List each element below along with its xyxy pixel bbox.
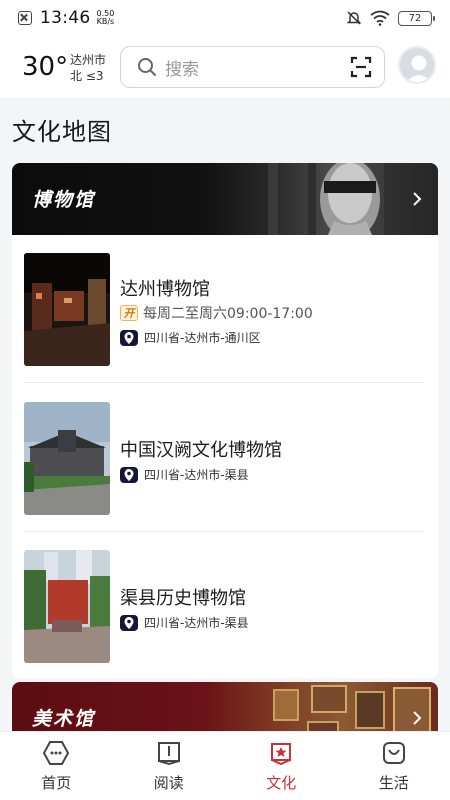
location-pin-icon	[120, 614, 138, 631]
location-pin-icon	[120, 329, 138, 346]
home-icon	[43, 741, 70, 765]
tab-culture[interactable]: 文化	[225, 732, 338, 800]
location-text: 四川省-达州市-渠县	[144, 616, 249, 630]
weather-temperature[interactable]: 30°	[22, 52, 68, 82]
museum-interior-image	[24, 253, 110, 366]
status-time: 13:46	[40, 8, 91, 28]
tab-culture-label: 文化	[266, 774, 297, 792]
tab-reading[interactable]: 阅读	[113, 732, 226, 800]
mute-icon	[346, 11, 362, 25]
avatar-icon	[406, 55, 432, 82]
weather-location[interactable]: 达州市 北 ≤3	[70, 52, 106, 84]
museum-section-title: 博物馆	[32, 189, 96, 211]
search-icon	[138, 58, 156, 76]
divider	[24, 382, 424, 383]
museum-list: 达州博物馆 开 每周二至周六09:00-17:00 四川省-达州市-通川区 中国…	[12, 235, 438, 678]
culture-icon	[271, 743, 292, 766]
user-avatar[interactable]	[398, 46, 436, 84]
location-text: 四川省-达州市-通川区	[144, 331, 261, 345]
museum-building-image	[24, 402, 110, 515]
museum-thumbnail	[24, 402, 110, 515]
museum-name: 达州博物馆	[120, 279, 210, 300]
weather-wind: 北 ≤3	[70, 69, 104, 83]
book-icon	[157, 742, 180, 766]
open-badge-icon: 开	[120, 305, 138, 321]
museum-section-header[interactable]: 博物馆	[12, 163, 438, 235]
tab-home[interactable]: 首页	[0, 732, 113, 800]
tab-reading-label: 阅读	[153, 774, 184, 792]
museum-location: 四川省-达州市-渠县	[120, 614, 249, 631]
wifi-icon	[370, 10, 390, 26]
chevron-right-icon	[413, 711, 422, 725]
museum-location: 四川省-达州市-通川区	[120, 329, 261, 346]
museum-name: 渠县历史博物馆	[120, 588, 246, 609]
museum-thumbnail	[24, 253, 110, 366]
tab-life[interactable]: 生活	[338, 732, 450, 800]
life-icon	[382, 742, 405, 764]
network-speed: 0.50 KB/s	[97, 10, 115, 26]
top-header: 30° 达州市 北 ≤3 搜索	[0, 36, 450, 98]
bottom-tab-bar: 首页 阅读 文化 生活	[0, 731, 450, 800]
museum-thumbnail	[24, 550, 110, 663]
tab-life-label: 生活	[378, 774, 409, 792]
divider	[24, 531, 424, 532]
search-bar[interactable]: 搜索	[120, 46, 385, 88]
notification-close-icon	[18, 11, 32, 25]
battery-indicator: 72	[398, 10, 435, 26]
location-pin-icon	[120, 466, 138, 483]
museum-gate-image	[24, 550, 110, 663]
list-item[interactable]: 中国汉阙文化博物馆 四川省-达州市-渠县	[24, 402, 424, 520]
art-gallery-section-title: 美术馆	[32, 708, 96, 730]
opening-hours: 开 每周二至周六09:00-17:00	[120, 303, 313, 323]
opening-hours-text: 每周二至周六09:00-17:00	[143, 306, 313, 322]
network-speed-unit: KB/s	[96, 17, 115, 26]
list-item[interactable]: 渠县历史博物馆 四川省-达州市-渠县	[24, 550, 424, 668]
page-title: 文化地图	[12, 118, 112, 146]
museum-location: 四川省-达州市-渠县	[120, 466, 249, 483]
status-bar: 13:46 0.50 KB/s 72	[0, 0, 450, 36]
tab-home-label: 首页	[41, 774, 72, 792]
list-item[interactable]: 达州博物馆 开 每周二至周六09:00-17:00 四川省-达州市-通川区	[24, 253, 424, 371]
museum-name: 中国汉阙文化博物馆	[120, 440, 282, 461]
weather-city: 达州市	[70, 53, 107, 67]
search-input[interactable]: 搜索	[165, 55, 350, 80]
scan-icon[interactable]	[350, 56, 372, 78]
location-text: 四川省-达州市-渠县	[144, 468, 249, 482]
chevron-right-icon	[413, 192, 422, 206]
